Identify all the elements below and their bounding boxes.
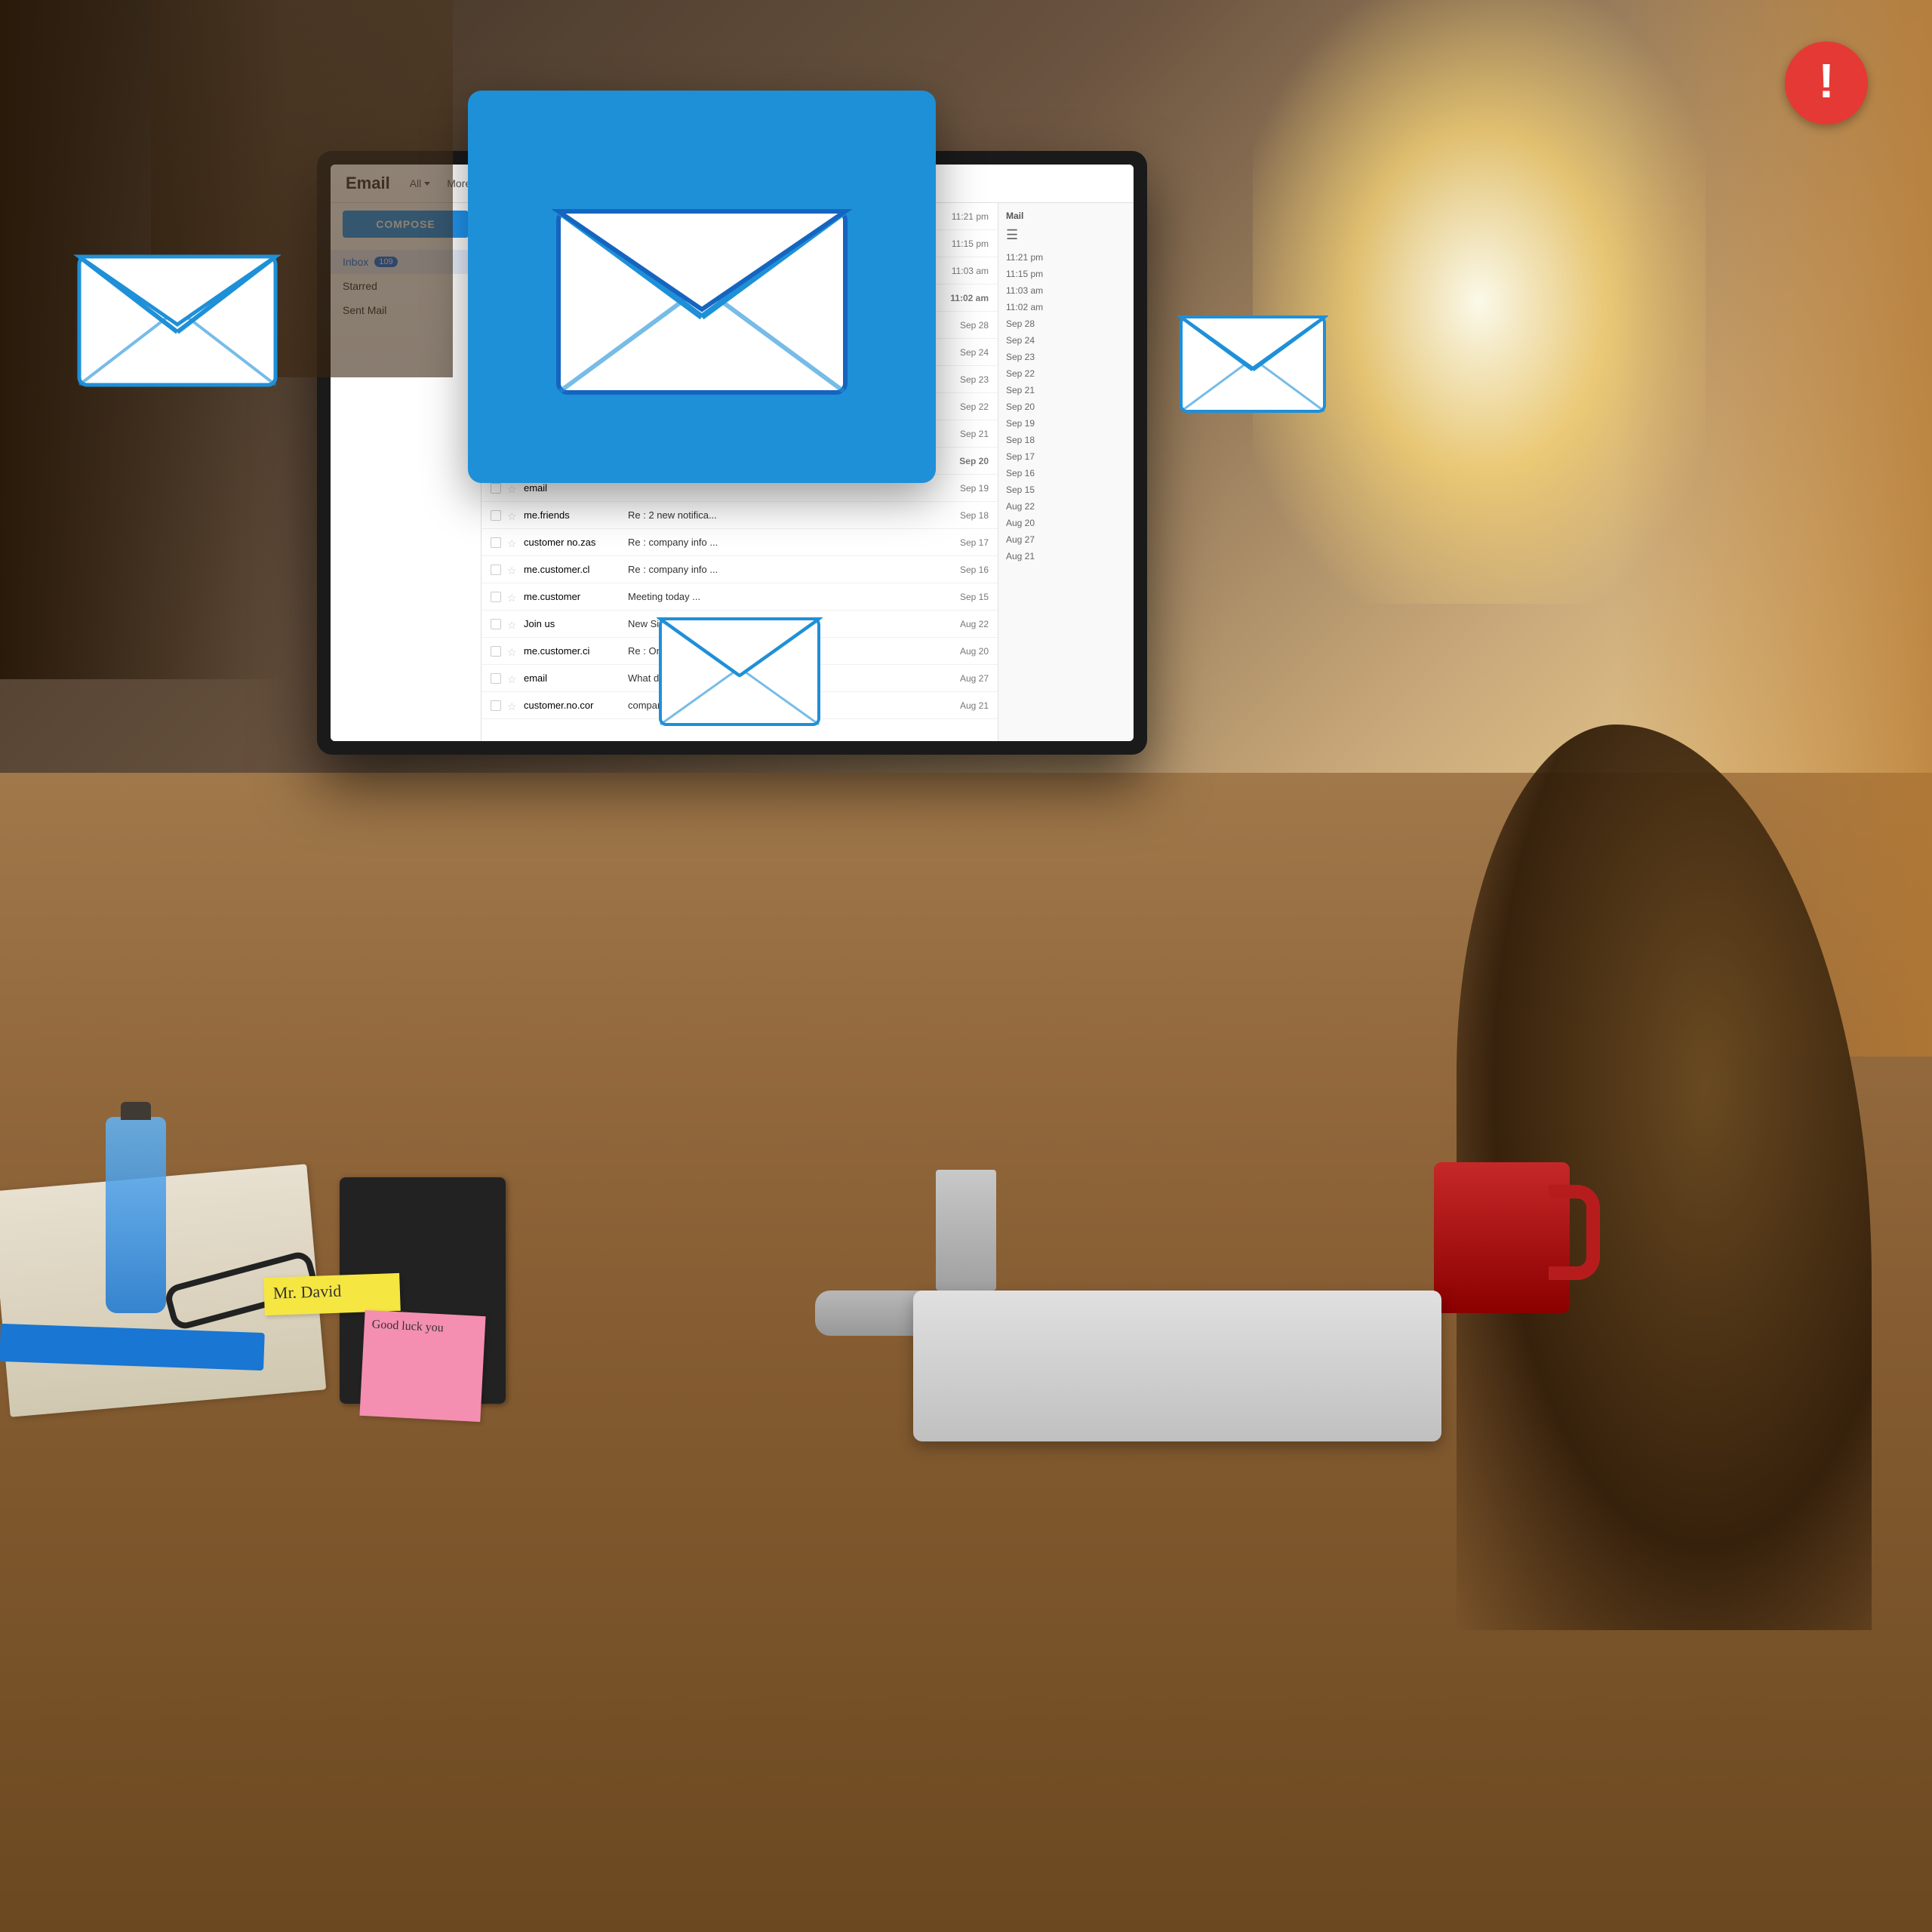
email-time: Sep 23 bbox=[936, 374, 989, 385]
star-icon[interactable]: ☆ bbox=[507, 483, 518, 494]
email-time: Sep 20 bbox=[936, 456, 989, 466]
sticky-note-pink-text: Good luck you bbox=[371, 1318, 444, 1334]
coffee-mug bbox=[1434, 1162, 1570, 1313]
email-subject-re-company: Re : company info ... bbox=[628, 537, 930, 548]
sender-name: me.customer.cl bbox=[524, 564, 622, 575]
email-time: Sep 28 bbox=[936, 320, 989, 331]
email-time: Sep 15 bbox=[936, 592, 989, 602]
right-panel-item: Aug 20 bbox=[1006, 515, 1126, 531]
table-row[interactable]: ☆ customer no.zas Re : company info ... … bbox=[481, 529, 998, 556]
email-time: Sep 19 bbox=[936, 483, 989, 494]
email-time: Sep 16 bbox=[936, 565, 989, 575]
right-panel-item: Sep 21 bbox=[1006, 382, 1126, 398]
envelope-svg-topleft bbox=[72, 234, 283, 392]
email-time: 11:02 am bbox=[936, 293, 989, 303]
email-time: Sep 17 bbox=[936, 537, 989, 548]
star-icon[interactable]: ☆ bbox=[507, 700, 518, 711]
hamburger-icon[interactable]: ☰ bbox=[1006, 227, 1126, 243]
star-icon[interactable]: ☆ bbox=[507, 592, 518, 602]
envelope-svg-bottom bbox=[657, 604, 823, 728]
right-panel-item: Sep 15 bbox=[1006, 481, 1126, 498]
table-row[interactable]: ☆ me.customer.cl Re : company info ... S… bbox=[481, 556, 998, 583]
right-panel-item: Sep 23 bbox=[1006, 349, 1126, 365]
email-time: Aug 20 bbox=[936, 646, 989, 657]
email-time: Sep 18 bbox=[936, 510, 989, 521]
water-bottle bbox=[106, 1117, 166, 1313]
right-panel-item: 11:15 pm bbox=[1006, 266, 1126, 282]
sender-name: me.customer bbox=[524, 591, 622, 602]
email-subject: Re : company info ... bbox=[628, 564, 930, 575]
row-checkbox[interactable] bbox=[491, 483, 501, 494]
row-checkbox[interactable] bbox=[491, 646, 501, 657]
right-panel-item: Sep 18 bbox=[1006, 432, 1126, 448]
row-checkbox[interactable] bbox=[491, 565, 501, 575]
sender-name: me.customer.ci bbox=[524, 645, 622, 657]
right-panel: Mail ☰ 11:21 pm 11:15 pm 11:03 am 11:02 … bbox=[998, 203, 1134, 741]
sticky-note-text: Mr. David bbox=[272, 1281, 341, 1303]
float-envelope-midright bbox=[1177, 302, 1328, 419]
right-panel-item: Sep 20 bbox=[1006, 398, 1126, 415]
email-time: 11:15 pm bbox=[936, 238, 989, 249]
row-checkbox[interactable] bbox=[491, 619, 501, 629]
star-icon[interactable]: ☆ bbox=[507, 619, 518, 629]
exclamation-icon: ! bbox=[1818, 57, 1834, 105]
email-time: 11:03 am bbox=[936, 266, 989, 276]
email-time: 11:21 pm bbox=[936, 211, 989, 222]
sticky-note-yellow: Mr. David bbox=[263, 1273, 401, 1315]
sticky-note-pink: Good luck you bbox=[359, 1310, 485, 1422]
right-panel-item: Sep 19 bbox=[1006, 415, 1126, 432]
keyboard bbox=[913, 1291, 1441, 1441]
right-panel-item: Sep 28 bbox=[1006, 315, 1126, 332]
star-icon[interactable]: ☆ bbox=[507, 673, 518, 684]
right-panel-item: Aug 21 bbox=[1006, 548, 1126, 565]
sender-name: Join us bbox=[524, 618, 622, 629]
email-time: Aug 22 bbox=[936, 619, 989, 629]
right-panel-item: Sep 17 bbox=[1006, 448, 1126, 465]
sender-name: email bbox=[524, 672, 622, 684]
table-row[interactable]: ☆ me.friends Re : 2 new notifica... Sep … bbox=[481, 502, 998, 529]
star-icon[interactable]: ☆ bbox=[507, 510, 518, 521]
email-subject: Re : 2 new notifica... bbox=[628, 509, 930, 521]
right-panel-item: Sep 16 bbox=[1006, 465, 1126, 481]
star-icon[interactable]: ☆ bbox=[507, 646, 518, 657]
sender-name: customer.no.cor bbox=[524, 700, 622, 711]
star-icon[interactable]: ☆ bbox=[507, 537, 518, 548]
email-time: Aug 21 bbox=[936, 700, 989, 711]
right-panel-item: Sep 22 bbox=[1006, 365, 1126, 382]
right-panel-item: Aug 22 bbox=[1006, 498, 1126, 515]
large-envelope-svg bbox=[543, 166, 860, 408]
email-time: Sep 22 bbox=[936, 401, 989, 412]
row-checkbox[interactable] bbox=[491, 700, 501, 711]
notification-badge: ! bbox=[1785, 42, 1868, 125]
star-icon[interactable]: ☆ bbox=[507, 565, 518, 575]
sender-name: customer no.zas bbox=[524, 537, 622, 548]
email-time: Aug 27 bbox=[936, 673, 989, 684]
right-panel-item: Sep 24 bbox=[1006, 332, 1126, 349]
sender-name: email bbox=[524, 482, 622, 494]
email-time: Sep 21 bbox=[936, 429, 989, 439]
email-time: Sep 24 bbox=[936, 347, 989, 358]
row-checkbox[interactable] bbox=[491, 510, 501, 521]
float-envelope-bottom bbox=[657, 604, 823, 732]
email-notification-card bbox=[468, 91, 936, 483]
sender-name: me.friends bbox=[524, 509, 622, 521]
monitor-stand bbox=[936, 1170, 996, 1291]
right-panel-item: 11:21 pm bbox=[1006, 249, 1126, 266]
float-envelope-topleft bbox=[72, 234, 283, 396]
row-checkbox[interactable] bbox=[491, 537, 501, 548]
row-checkbox[interactable] bbox=[491, 673, 501, 684]
row-checkbox[interactable] bbox=[491, 592, 501, 602]
email-subject-meeting: Meeting today ... bbox=[628, 591, 930, 602]
envelope-svg-midright bbox=[1177, 302, 1328, 415]
right-panel-item: 11:03 am bbox=[1006, 282, 1126, 299]
right-panel-item: 11:02 am bbox=[1006, 299, 1126, 315]
right-panel-header: Mail bbox=[1006, 211, 1126, 221]
right-panel-item: Aug 27 bbox=[1006, 531, 1126, 548]
